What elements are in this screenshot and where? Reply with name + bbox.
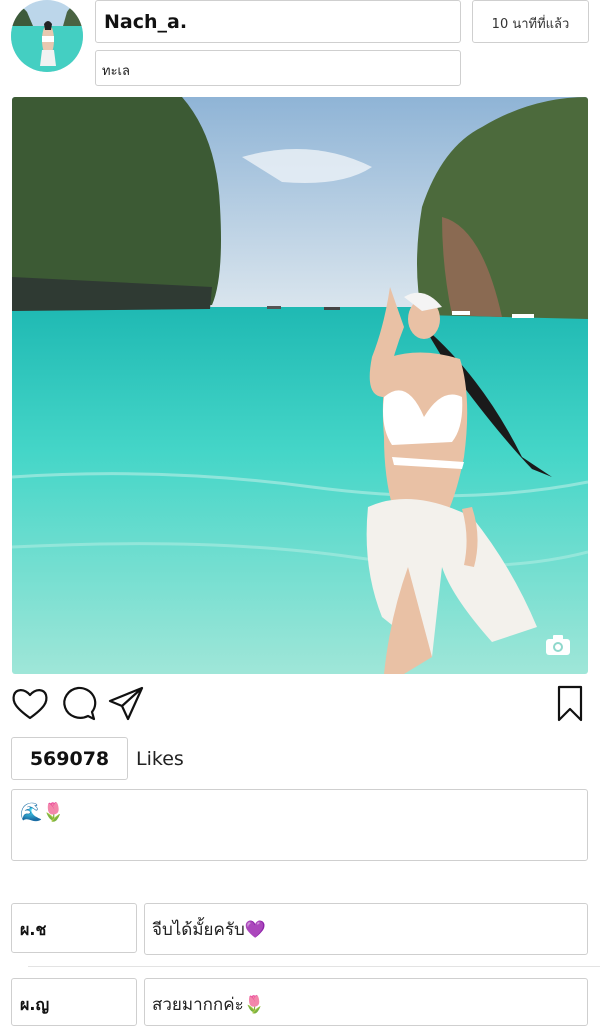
comment-username: ผ.ช <box>20 920 47 939</box>
bookmark-icon[interactable] <box>555 684 585 724</box>
comment-text-box[interactable]: สวยมากกค่ะ🌷 <box>144 978 588 1026</box>
location-field[interactable]: ทะเล <box>95 50 461 86</box>
timestamp: 10 นาทีที่แล้ว <box>491 17 570 32</box>
divider <box>28 966 600 967</box>
username-field[interactable]: Nach_a. <box>95 0 461 43</box>
comment-user-box[interactable]: ผ.ช <box>11 903 137 953</box>
post-photo[interactable] <box>12 97 588 674</box>
avatar-image <box>11 0 83 72</box>
timestamp-box: 10 นาทีที่แล้ว <box>472 0 589 43</box>
likes-count: 569078 <box>29 748 110 770</box>
comment-username: ผ.ญ <box>20 995 50 1014</box>
likes-count-box[interactable]: 569078 <box>11 737 128 780</box>
likes-label: Likes <box>136 748 184 770</box>
comment-text: จีบได้มั้ยครับ💜 <box>152 920 266 940</box>
caption-box[interactable]: 🌊🌷 <box>11 789 588 861</box>
comment-icon[interactable] <box>58 684 98 724</box>
username[interactable]: Nach_a. <box>104 11 187 33</box>
caption-text: 🌊🌷 <box>20 802 65 823</box>
location[interactable]: ทะเล <box>102 60 130 81</box>
comment-text-box[interactable]: จีบได้มั้ยครับ💜 <box>144 903 588 955</box>
heart-icon[interactable] <box>10 684 50 724</box>
avatar[interactable] <box>11 0 83 72</box>
comment-text: สวยมากกค่ะ🌷 <box>152 995 265 1015</box>
share-icon[interactable] <box>106 684 146 724</box>
comment-user-box[interactable]: ผ.ญ <box>11 978 137 1026</box>
